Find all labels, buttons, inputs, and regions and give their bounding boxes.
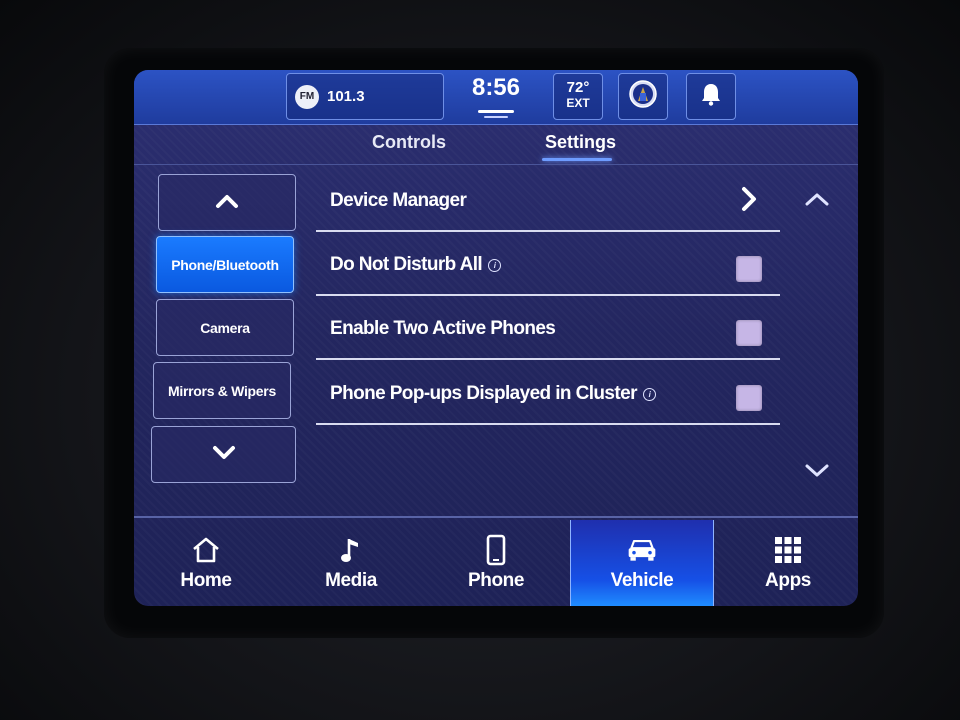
nav-vehicle[interactable]: Vehicle — [570, 520, 714, 606]
clock-indicator-secondary — [484, 116, 508, 118]
category-camera[interactable]: Camera — [156, 299, 294, 356]
row-divider — [316, 230, 780, 232]
nav-media[interactable]: Media — [279, 520, 423, 606]
driver-profile-icon — [628, 79, 658, 114]
outside-temperature: 72° EXT — [553, 73, 603, 120]
nav-label: Vehicle — [610, 570, 674, 591]
list-scroll-down-button[interactable] — [804, 462, 830, 485]
chevron-up-icon — [215, 193, 239, 212]
setting-row-two-active-phones: Enable Two Active Phones — [316, 298, 780, 360]
apps-grid-icon — [772, 534, 804, 566]
nav-label: Phone — [467, 570, 525, 591]
list-scroll-up-button[interactable] — [804, 190, 830, 213]
active-tab-indicator — [542, 158, 612, 161]
do-not-disturb-checkbox[interactable] — [736, 256, 762, 282]
car-icon — [626, 534, 658, 566]
tab-controls[interactable]: Controls — [372, 132, 446, 153]
setting-row-device-manager[interactable]: Device Manager — [316, 170, 780, 232]
chevron-right-icon — [740, 186, 758, 219]
home-icon — [190, 534, 222, 566]
fm-band-badge: FM — [295, 84, 319, 109]
driver-profile-button[interactable] — [618, 73, 668, 120]
music-note-icon — [335, 534, 367, 566]
nav-divider — [134, 516, 858, 518]
info-icon[interactable]: i — [642, 387, 656, 401]
top-tabs: Controls Settings — [134, 126, 858, 164]
radio-frequency: 101.3 — [327, 88, 365, 105]
row-divider — [316, 294, 780, 296]
notifications-button[interactable] — [686, 73, 736, 120]
setting-label: Phone Pop-ups Displayed in Cluster i — [330, 383, 656, 405]
setting-row-phone-popups: Phone Pop-ups Displayed in Cluster i — [316, 363, 780, 425]
nav-label: Media — [325, 570, 377, 591]
nav-home[interactable]: Home — [134, 520, 278, 606]
status-bar: FM 101.3 8:56 72° EXT — [134, 70, 858, 125]
chevron-down-icon — [212, 445, 236, 464]
bottom-nav: Home Media Phone Vehicle Apps — [134, 520, 858, 606]
nav-label: Home — [180, 570, 232, 591]
two-active-phones-checkbox[interactable] — [736, 320, 762, 346]
nav-phone[interactable]: Phone — [424, 520, 568, 606]
setting-label: Enable Two Active Phones — [330, 318, 556, 339]
row-divider — [316, 358, 780, 360]
setting-label: Device Manager — [330, 190, 467, 211]
setting-label: Do Not Disturb All i — [330, 254, 502, 276]
phone-popups-checkbox[interactable] — [736, 385, 762, 411]
temperature-value: 72° — [566, 79, 590, 96]
row-divider — [316, 423, 780, 425]
radio-station-button[interactable]: FM 101.3 — [286, 73, 444, 120]
nav-label: Apps — [765, 570, 811, 591]
category-scroll-down-button[interactable] — [151, 426, 296, 483]
category-scroll-up-button[interactable] — [158, 174, 296, 231]
tabs-divider — [134, 164, 858, 165]
setting-row-do-not-disturb: Do Not Disturb All i — [316, 234, 780, 296]
temperature-unit: EXT — [566, 96, 590, 110]
clock: 8:56 — [471, 74, 521, 101]
nav-apps[interactable]: Apps — [716, 520, 858, 606]
category-phone-bluetooth[interactable]: Phone/Bluetooth — [156, 236, 294, 293]
tab-settings[interactable]: Settings — [545, 132, 616, 153]
clock-indicator — [478, 110, 514, 113]
category-mirrors-wipers[interactable]: Mirrors & Wipers — [153, 362, 291, 419]
infotainment-screen: FM 101.3 8:56 72° EXT Controls Settings … — [134, 70, 858, 606]
phone-icon — [480, 534, 512, 566]
bell-icon — [700, 82, 722, 111]
info-icon[interactable]: i — [488, 258, 502, 272]
